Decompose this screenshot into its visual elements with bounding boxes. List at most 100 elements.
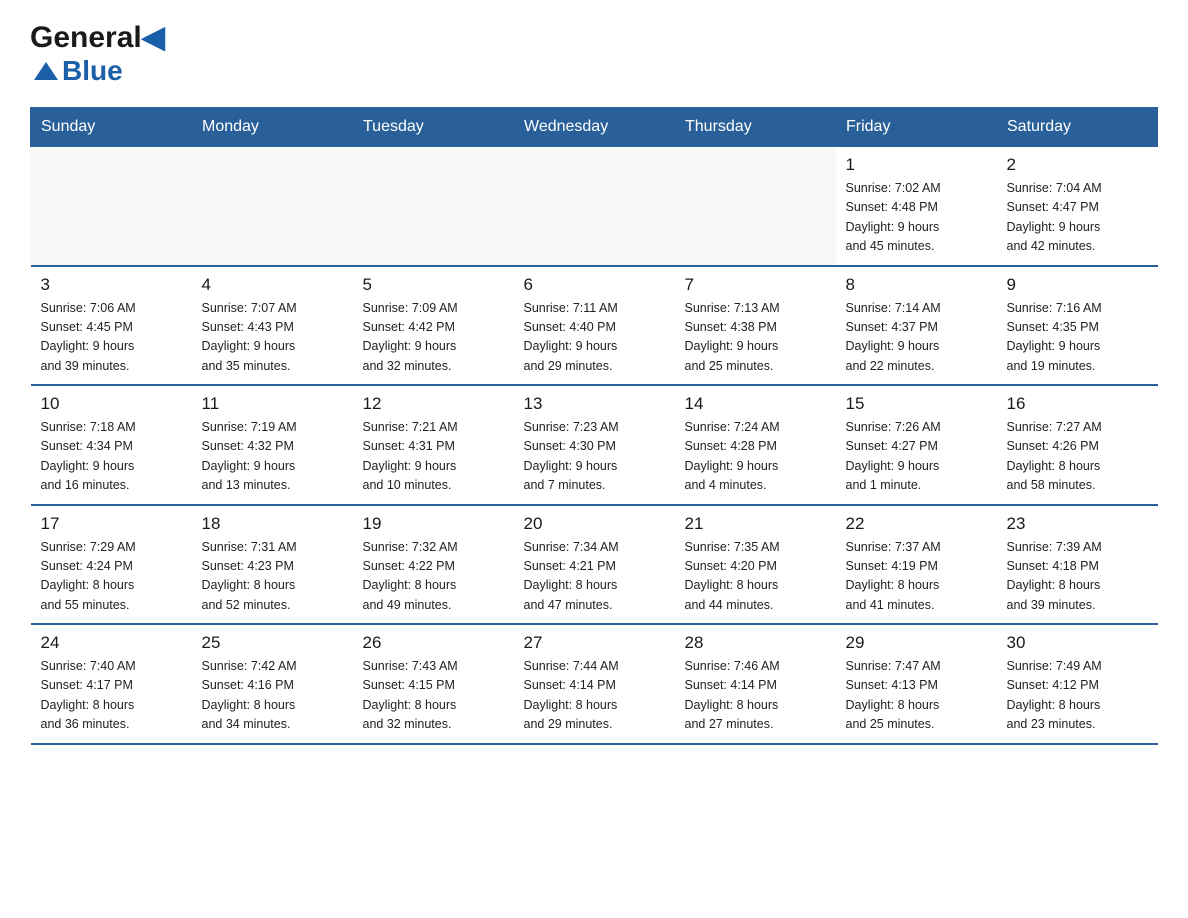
calendar-cell: 24 Sunrise: 7:40 AMSunset: 4:17 PMDayligh… [31, 624, 192, 744]
day-info: Sunrise: 7:09 AMSunset: 4:42 PMDaylight:… [363, 299, 504, 377]
day-info: Sunrise: 7:34 AMSunset: 4:21 PMDaylight:… [524, 538, 665, 616]
day-info: Sunrise: 7:21 AMSunset: 4:31 PMDaylight:… [363, 418, 504, 496]
calendar-cell: 10Sunrise: 7:18 AMSunset: 4:34 PMDayligh… [31, 385, 192, 505]
day-number: 18 [202, 514, 343, 534]
day-info: Sunrise: 7:14 AMSunset: 4:37 PMDaylight:… [846, 299, 987, 377]
calendar-cell: 23Sunrise: 7:39 AMSunset: 4:18 PMDayligh… [997, 505, 1158, 625]
calendar-cell: 6Sunrise: 7:11 AMSunset: 4:40 PMDaylight… [514, 266, 675, 386]
day-info: Sunrise: 7:16 AMSunset: 4:35 PMDaylight:… [1007, 299, 1148, 377]
day-number: 22 [846, 514, 987, 534]
calendar-cell [31, 147, 192, 266]
day-number: 27 [524, 633, 665, 653]
calendar-cell: 1 Sunrise: 7:02 AMSunset: 4:48 PMDaylight… [836, 147, 997, 266]
calendar-cell: 25 Sunrise: 7:42 AMSunset: 4:16 PMDayligh… [192, 624, 353, 744]
logo: General◀ Blue [30, 20, 165, 87]
day-info: Sunrise: 7:02 AMSunset: 4:48 PMDaylight:… [846, 179, 987, 257]
day-info: Sunrise: 7:35 AMSunset: 4:20 PMDaylight:… [685, 538, 826, 616]
calendar-cell: 12 Sunrise: 7:21 AMSunset: 4:31 PMDayligh… [353, 385, 514, 505]
calendar-cell: 7Sunrise: 7:13 AMSunset: 4:38 PMDaylight… [675, 266, 836, 386]
day-number: 12 [363, 394, 504, 414]
calendar-cell: 30 Sunrise: 7:49 AMSunset: 4:12 PMDayligh… [997, 624, 1158, 744]
day-info: Sunrise: 7:49 AMSunset: 4:12 PMDaylight:… [1007, 657, 1148, 735]
calendar-cell: 29Sunrise: 7:47 AMSunset: 4:13 PMDayligh… [836, 624, 997, 744]
calendar-cell [514, 147, 675, 266]
calendar-cell: 16Sunrise: 7:27 AMSunset: 4:26 PMDayligh… [997, 385, 1158, 505]
day-number: 23 [1007, 514, 1148, 534]
day-number: 21 [685, 514, 826, 534]
day-info: Sunrise: 7:31 AMSunset: 4:23 PMDaylight:… [202, 538, 343, 616]
calendar-cell: 18 Sunrise: 7:31 AMSunset: 4:23 PMDayligh… [192, 505, 353, 625]
calendar-cell [192, 147, 353, 266]
calendar-cell: 17 Sunrise: 7:29 AMSunset: 4:24 PMDayligh… [31, 505, 192, 625]
day-number: 2 [1007, 155, 1148, 175]
day-info: Sunrise: 7:11 AMSunset: 4:40 PMDaylight:… [524, 299, 665, 377]
day-number: 17 [41, 514, 182, 534]
header-monday: Monday [192, 108, 353, 147]
calendar-cell: 11 Sunrise: 7:19 AMSunset: 4:32 PMDayligh… [192, 385, 353, 505]
logo-blue-text: ◀ [142, 21, 165, 54]
calendar-week-row: 3 Sunrise: 7:06 AMSunset: 4:45 PMDaylight… [31, 266, 1158, 386]
day-info: Sunrise: 7:06 AMSunset: 4:45 PMDaylight:… [41, 299, 182, 377]
day-number: 20 [524, 514, 665, 534]
calendar-cell [675, 147, 836, 266]
day-info: Sunrise: 7:13 AMSunset: 4:38 PMDaylight:… [685, 299, 826, 377]
calendar-cell: 15 Sunrise: 7:26 AMSunset: 4:27 PMDayligh… [836, 385, 997, 505]
day-info: Sunrise: 7:29 AMSunset: 4:24 PMDaylight:… [41, 538, 182, 616]
day-info: Sunrise: 7:43 AMSunset: 4:15 PMDaylight:… [363, 657, 504, 735]
calendar-cell: 20 Sunrise: 7:34 AMSunset: 4:21 PMDayligh… [514, 505, 675, 625]
page-header: General◀ Blue [30, 20, 1158, 87]
day-info: Sunrise: 7:23 AMSunset: 4:30 PMDaylight:… [524, 418, 665, 496]
logo-blue-label: Blue [62, 55, 123, 87]
calendar-cell: 14 Sunrise: 7:24 AMSunset: 4:28 PMDayligh… [675, 385, 836, 505]
calendar-cell: 9 Sunrise: 7:16 AMSunset: 4:35 PMDaylight… [997, 266, 1158, 386]
header-thursday: Thursday [675, 108, 836, 147]
calendar-cell: 8 Sunrise: 7:14 AMSunset: 4:37 PMDaylight… [836, 266, 997, 386]
day-number: 15 [846, 394, 987, 414]
day-info: Sunrise: 7:26 AMSunset: 4:27 PMDaylight:… [846, 418, 987, 496]
logo-triangle-icon [32, 60, 60, 82]
day-number: 11 [202, 394, 343, 414]
calendar-table: Sunday Monday Tuesday Wednesday Thursday… [30, 107, 1158, 745]
day-info: Sunrise: 7:04 AMSunset: 4:47 PMDaylight:… [1007, 179, 1148, 257]
day-number: 13 [524, 394, 665, 414]
day-number: 26 [363, 633, 504, 653]
day-info: Sunrise: 7:46 AMSunset: 4:14 PMDaylight:… [685, 657, 826, 735]
header-friday: Friday [836, 108, 997, 147]
day-number: 14 [685, 394, 826, 414]
calendar-cell: 21 Sunrise: 7:35 AMSunset: 4:20 PMDayligh… [675, 505, 836, 625]
calendar-cell [353, 147, 514, 266]
day-number: 25 [202, 633, 343, 653]
day-number: 8 [846, 275, 987, 295]
day-number: 29 [846, 633, 987, 653]
day-number: 24 [41, 633, 182, 653]
calendar-cell: 28 Sunrise: 7:46 AMSunset: 4:14 PMDayligh… [675, 624, 836, 744]
calendar-week-row: 1 Sunrise: 7:02 AMSunset: 4:48 PMDaylight… [31, 147, 1158, 266]
header-sunday: Sunday [31, 108, 192, 147]
day-info: Sunrise: 7:42 AMSunset: 4:16 PMDaylight:… [202, 657, 343, 735]
day-number: 3 [41, 275, 182, 295]
header-tuesday: Tuesday [353, 108, 514, 147]
calendar-cell: 5 Sunrise: 7:09 AMSunset: 4:42 PMDaylight… [353, 266, 514, 386]
day-number: 30 [1007, 633, 1148, 653]
day-info: Sunrise: 7:19 AMSunset: 4:32 PMDaylight:… [202, 418, 343, 496]
day-number: 28 [685, 633, 826, 653]
calendar-week-row: 17 Sunrise: 7:29 AMSunset: 4:24 PMDayligh… [31, 505, 1158, 625]
day-info: Sunrise: 7:40 AMSunset: 4:17 PMDaylight:… [41, 657, 182, 735]
calendar-cell: 13 Sunrise: 7:23 AMSunset: 4:30 PMDayligh… [514, 385, 675, 505]
day-info: Sunrise: 7:24 AMSunset: 4:28 PMDaylight:… [685, 418, 826, 496]
day-info: Sunrise: 7:07 AMSunset: 4:43 PMDaylight:… [202, 299, 343, 377]
day-number: 10 [41, 394, 182, 414]
calendar-cell: 19Sunrise: 7:32 AMSunset: 4:22 PMDayligh… [353, 505, 514, 625]
day-number: 1 [846, 155, 987, 175]
day-info: Sunrise: 7:44 AMSunset: 4:14 PMDaylight:… [524, 657, 665, 735]
calendar-week-row: 24 Sunrise: 7:40 AMSunset: 4:17 PMDayligh… [31, 624, 1158, 744]
day-number: 4 [202, 275, 343, 295]
calendar-cell: 3 Sunrise: 7:06 AMSunset: 4:45 PMDaylight… [31, 266, 192, 386]
day-number: 5 [363, 275, 504, 295]
calendar-week-row: 10Sunrise: 7:18 AMSunset: 4:34 PMDayligh… [31, 385, 1158, 505]
calendar-cell: 26 Sunrise: 7:43 AMSunset: 4:15 PMDayligh… [353, 624, 514, 744]
day-info: Sunrise: 7:32 AMSunset: 4:22 PMDaylight:… [363, 538, 504, 616]
day-info: Sunrise: 7:27 AMSunset: 4:26 PMDaylight:… [1007, 418, 1148, 496]
logo-text: General◀ [30, 20, 165, 55]
day-number: 9 [1007, 275, 1148, 295]
